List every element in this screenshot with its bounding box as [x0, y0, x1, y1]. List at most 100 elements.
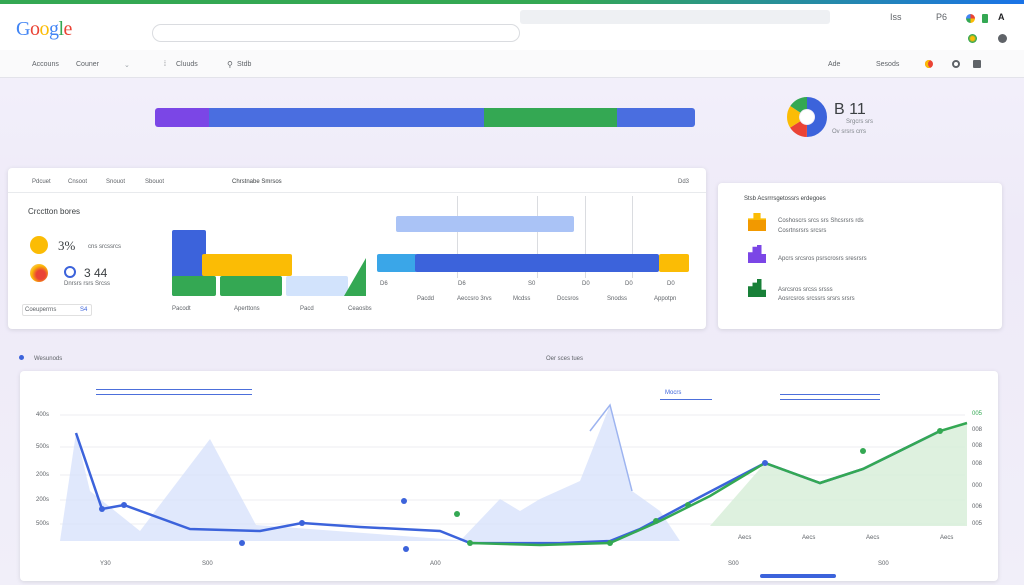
section-title: Crcctton bores — [28, 207, 81, 216]
data-point[interactable] — [653, 518, 659, 524]
tab-snout[interactable]: Snouot — [106, 179, 125, 185]
right-value: D6 — [458, 281, 466, 287]
bottom-label: S00 — [202, 561, 213, 567]
grid-icon[interactable]: ⁞ — [164, 61, 166, 68]
kpi2-label: Dnrsrs rsrs Srcss — [64, 281, 110, 287]
nav-item-sesods[interactable]: Sesods — [876, 61, 899, 68]
settings-icon[interactable] — [952, 60, 960, 68]
data-point[interactable] — [401, 498, 407, 504]
summary-stat-value: B 11 — [834, 101, 866, 118]
progress-segment — [209, 108, 485, 127]
data-point[interactable] — [99, 506, 105, 512]
area-fill-mid — [460, 405, 680, 541]
tab-strip[interactable] — [520, 10, 830, 24]
footer-value: S4 — [80, 307, 88, 313]
bar-green-1 — [172, 276, 216, 296]
nav-item-ade[interactable]: Ade — [828, 61, 840, 68]
x-label: Aecs — [738, 535, 752, 541]
right-label: Mcdss — [513, 296, 531, 302]
notification-icon[interactable] — [925, 60, 933, 68]
data-point[interactable] — [467, 540, 473, 546]
google-logo[interactable]: Google — [16, 18, 72, 41]
account-icon[interactable] — [998, 34, 1007, 43]
card-corner-label: Dd3 — [678, 179, 690, 185]
bottom-label: A00 — [430, 561, 441, 567]
bar-light-blue — [286, 276, 348, 296]
extension-icon[interactable] — [982, 14, 988, 23]
top-label-c: A — [998, 12, 1005, 22]
nav-item-clouds[interactable]: Cluuds — [176, 61, 198, 68]
growth-icon — [748, 279, 766, 297]
donut-hole — [800, 110, 814, 124]
data-point[interactable] — [685, 502, 691, 508]
search-input[interactable] — [152, 24, 520, 42]
progress-segment — [484, 108, 617, 127]
tab-product[interactable]: Pdcuet — [32, 179, 51, 185]
chrome-icon[interactable] — [966, 14, 975, 23]
apps-icon[interactable] — [968, 34, 977, 43]
right-label: Pacdd — [417, 296, 435, 302]
right-label: Snodss — [607, 296, 628, 302]
chevron-down-icon[interactable]: ⌄ — [124, 61, 130, 69]
bottom-label: S00 — [878, 561, 889, 567]
bottom-label: S00 — [728, 561, 739, 567]
briefcase-icon — [748, 213, 766, 231]
card-divider — [8, 192, 706, 193]
progress-segment — [616, 108, 695, 127]
hbar-blue — [415, 254, 659, 272]
bar-label: Pacodt — [172, 306, 191, 312]
right-value: D0 — [667, 281, 675, 287]
data-point[interactable] — [239, 540, 245, 546]
data-point[interactable] — [299, 520, 305, 526]
footer-label: Coeuperrns — [25, 307, 57, 313]
summary-donut-chart — [787, 97, 827, 137]
trend-chart — [60, 403, 968, 552]
insight-row-line2: Aosrcsros srcssrs srsrs srsrs — [778, 296, 855, 302]
tab-sbout[interactable]: Sbouot — [145, 179, 164, 185]
kpi1-label: cns srcssrcs — [88, 244, 121, 250]
nav-item-counter[interactable]: Couner — [76, 61, 99, 68]
chart-header-left: Wesunods — [34, 356, 63, 362]
data-point[interactable] — [762, 460, 768, 466]
insight-row-line2: Cosrtnsrsrs srcsrs — [778, 228, 827, 234]
data-point[interactable] — [454, 511, 460, 517]
top-label-a: Iss — [890, 12, 902, 22]
right-label: Dccsros — [557, 296, 579, 302]
bar-green-triangle — [344, 258, 366, 296]
kpi2-value: 3 44 — [84, 266, 108, 280]
browser-top-bar: Google Iss P6 A — [0, 0, 1024, 50]
logo-letter: e — [63, 18, 73, 40]
hbar-cyan — [377, 254, 417, 272]
progress-segment — [155, 108, 209, 127]
x-label: Aecs — [802, 535, 816, 541]
area-fill-left — [60, 433, 470, 541]
insight-row-line1: Coshoscrs srcs srs Shcsrsrs rds — [778, 218, 864, 224]
kpi-red-icon — [30, 264, 48, 282]
x-label: Aecs — [940, 535, 954, 541]
logo-letter: G — [16, 18, 30, 40]
insights-card: Stsb Acsrrrsgetossrs erdegoes Coshoscrs … — [718, 183, 1002, 329]
right-value: D0 — [625, 281, 633, 287]
data-point[interactable] — [403, 546, 409, 552]
right-label: Appotpn — [654, 296, 677, 302]
bar-label: Pacd — [300, 306, 314, 312]
data-point[interactable] — [860, 448, 866, 454]
nav-item-stdb[interactable]: Stdb — [237, 61, 251, 68]
data-point[interactable] — [607, 540, 613, 546]
bar-chart-icon — [748, 245, 766, 263]
search-icon[interactable]: ⚲ — [227, 60, 233, 69]
profile-icon[interactable] — [973, 60, 981, 68]
scroll-indicator[interactable] — [760, 574, 836, 578]
tab-console[interactable]: Cnsoot — [68, 179, 87, 185]
bar-green-2 — [220, 276, 282, 296]
insight-row-line1: Apcrs srcsros psrscrosrs sresrsrs — [778, 256, 867, 262]
bar-label: Ceaosbs — [348, 306, 372, 312]
nav-item-accounts[interactable]: Accouns — [32, 61, 59, 68]
hbar-yellow — [659, 254, 689, 272]
data-point[interactable] — [121, 502, 127, 508]
kpi-yellow-icon — [30, 236, 48, 254]
data-point[interactable] — [937, 428, 943, 434]
right-value: D6 — [380, 281, 388, 287]
bar-yellow — [202, 254, 292, 276]
trend-chart-card: Mocrs 400s 500s 200s 200s 500s 005 008 0… — [20, 371, 998, 581]
